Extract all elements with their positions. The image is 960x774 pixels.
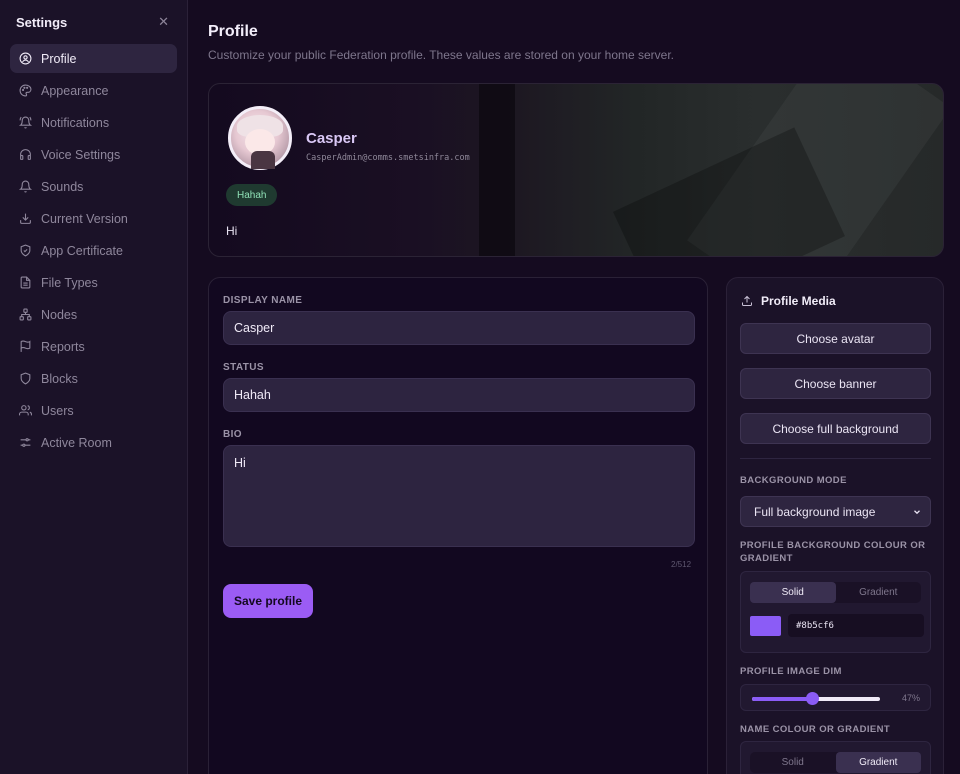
bg-colour-mode-toggle: Solid Gradient — [750, 582, 921, 603]
background-mode-select[interactable]: Full background image — [740, 496, 931, 527]
choose-avatar-button[interactable]: Choose avatar — [740, 323, 931, 354]
display-name-input[interactable] — [223, 311, 695, 345]
profile-media-title: Profile Media — [761, 294, 836, 308]
image-dim-label: PROFILE IMAGE DIM — [740, 666, 842, 677]
bg-colour-panel: Solid Gradient — [740, 571, 931, 653]
choose-full-background-button[interactable]: Choose full background — [740, 413, 931, 444]
image-dim-slider-track[interactable] — [752, 692, 880, 705]
avatar-body — [251, 151, 275, 169]
sidebar-header: Settings ✕ — [0, 0, 187, 44]
preview-handle: CasperAdmin@comms.smetsinfra.com — [306, 153, 470, 163]
settings-sidebar: Settings ✕ Profile Appearance Notificati… — [0, 0, 188, 774]
status-input[interactable] — [223, 378, 695, 412]
banner-image-shape — [479, 84, 515, 256]
download-icon — [20, 213, 31, 224]
sidebar-item-label: Voice Settings — [41, 147, 121, 162]
image-dim-slider-thumb[interactable] — [806, 692, 820, 705]
sidebar-item-label: Reports — [41, 339, 85, 354]
headphones-icon — [20, 149, 31, 160]
palette-icon — [19, 84, 32, 97]
sidebar-item-appearance[interactable]: Appearance — [10, 76, 177, 105]
sidebar-item-app-certificate[interactable]: App Certificate — [10, 236, 177, 265]
sidebar-item-label: Sounds — [41, 179, 84, 194]
flag-icon — [20, 340, 31, 352]
users-icon — [19, 405, 32, 416]
user-circle-icon — [19, 52, 32, 65]
sidebar-item-notifications[interactable]: Notifications — [10, 108, 177, 137]
upload-icon — [742, 295, 752, 306]
background-mode-value: Full background image — [754, 504, 876, 519]
bg-colour-hex-input[interactable] — [788, 614, 924, 637]
preview-bio: Hi — [226, 224, 238, 238]
sidebar-item-label: Current Version — [41, 211, 128, 226]
bg-colour-label: PROFILE BACKGROUND COLOUR OR GRADIENT — [740, 540, 926, 564]
name-colour-panel: Solid Gradient — [740, 741, 931, 774]
sidebar-item-label: Appearance — [41, 83, 109, 98]
bio-char-counter: 2/512 — [671, 560, 692, 569]
bell-icon — [19, 180, 32, 193]
shield-icon — [20, 372, 31, 385]
profile-preview-banner: Casper CasperAdmin@comms.smetsinfra.com … — [208, 83, 944, 257]
name-colour-label: NAME COLOUR OR GRADIENT — [740, 724, 891, 735]
sidebar-title: Settings — [16, 14, 68, 30]
profile-media-header: Profile Media — [741, 294, 836, 308]
sidebar-nav: Profile Appearance Notifications Voice S… — [0, 44, 187, 457]
image-dim-slider-box: 47% — [740, 684, 931, 711]
name-colour-mode-toggle: Solid Gradient — [750, 752, 921, 773]
sidebar-item-users[interactable]: Users — [10, 396, 177, 425]
sidebar-item-reports[interactable]: Reports — [10, 332, 177, 361]
background-mode-label: BACKGROUND MODE — [740, 475, 847, 486]
divider — [740, 458, 931, 459]
sidebar-item-active-room[interactable]: Active Room — [10, 428, 177, 457]
display-name-label: DISPLAY NAME — [223, 295, 303, 306]
bg-colour-swatch[interactable] — [750, 616, 781, 636]
bg-solid-tab[interactable]: Solid — [750, 582, 836, 603]
preview-display-name: Casper — [306, 130, 357, 147]
bg-gradient-tab[interactable]: Gradient — [836, 582, 922, 603]
sidebar-item-sounds[interactable]: Sounds — [10, 172, 177, 201]
sidebar-item-file-types[interactable]: File Types — [10, 268, 177, 297]
avatar — [228, 106, 292, 170]
image-dim-value: 47% — [901, 693, 920, 703]
sidebar-item-label: Users — [41, 403, 74, 418]
sidebar-item-blocks[interactable]: Blocks — [10, 364, 177, 393]
name-solid-tab[interactable]: Solid — [750, 752, 836, 773]
sidebar-item-label: Blocks — [41, 371, 78, 386]
image-dim-slider-fill — [752, 697, 813, 701]
sidebar-item-current-version[interactable]: Current Version — [10, 204, 177, 233]
profile-form-card: DISPLAY NAME STATUS BIO Hi 2/512 Save pr… — [208, 277, 708, 774]
file-icon — [20, 276, 31, 289]
main-content: Profile Customize your public Federation… — [188, 0, 960, 774]
sidebar-item-label: Notifications — [41, 115, 110, 130]
bell-ring-icon — [19, 116, 32, 129]
sidebar-item-voice-settings[interactable]: Voice Settings — [10, 140, 177, 169]
network-icon — [19, 308, 32, 321]
save-profile-button[interactable]: Save profile — [223, 584, 313, 618]
sidebar-item-label: Profile — [41, 51, 77, 66]
sidebar-item-label: File Types — [41, 275, 98, 290]
choose-banner-button[interactable]: Choose banner — [740, 368, 931, 399]
status-badge: Hahah — [226, 184, 278, 206]
shield-check-icon — [20, 244, 31, 257]
sidebar-item-nodes[interactable]: Nodes — [10, 300, 177, 329]
sidebar-item-profile[interactable]: Profile — [10, 44, 177, 73]
sliders-icon — [20, 438, 31, 447]
close-icon[interactable]: ✕ — [158, 14, 169, 30]
status-label: STATUS — [223, 362, 264, 373]
page-subtitle: Customize your public Federation profile… — [208, 48, 675, 62]
sidebar-item-label: Nodes — [41, 307, 78, 322]
bio-label: BIO — [223, 429, 242, 440]
page-title: Profile — [208, 23, 258, 40]
chevron-down-icon — [914, 509, 920, 514]
name-gradient-tab[interactable]: Gradient — [835, 752, 921, 773]
bio-textarea[interactable]: Hi — [223, 445, 695, 547]
profile-media-card: Profile Media Choose avatar Choose banne… — [726, 277, 944, 774]
sidebar-item-label: Active Room — [41, 435, 112, 450]
sidebar-item-label: App Certificate — [41, 243, 123, 258]
